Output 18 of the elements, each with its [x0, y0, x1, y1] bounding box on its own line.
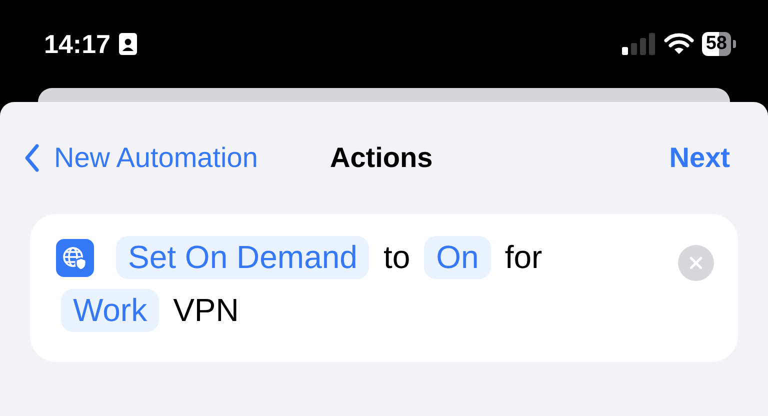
parameter-token[interactable]: On [424, 236, 491, 279]
id-card-icon [118, 33, 136, 55]
remove-button[interactable] [678, 245, 714, 281]
action-text: to [382, 239, 412, 276]
action-text: for [504, 239, 544, 276]
action-text: VPN [172, 292, 240, 329]
next-button[interactable]: Next [669, 142, 730, 174]
signal-icon [622, 33, 656, 55]
back-button[interactable]: New Automation [24, 142, 258, 174]
battery-indicator: 58 [702, 32, 736, 56]
status-time: 14:17 [44, 28, 110, 60]
chevron-left-icon [24, 143, 40, 173]
wifi-icon [664, 33, 694, 55]
globe-shield-icon [56, 238, 94, 276]
close-icon [690, 257, 702, 269]
parameter-token[interactable]: Work [61, 289, 160, 332]
parameter-token[interactable]: Set On Demand [116, 236, 370, 279]
nav-title: Actions [330, 142, 433, 174]
